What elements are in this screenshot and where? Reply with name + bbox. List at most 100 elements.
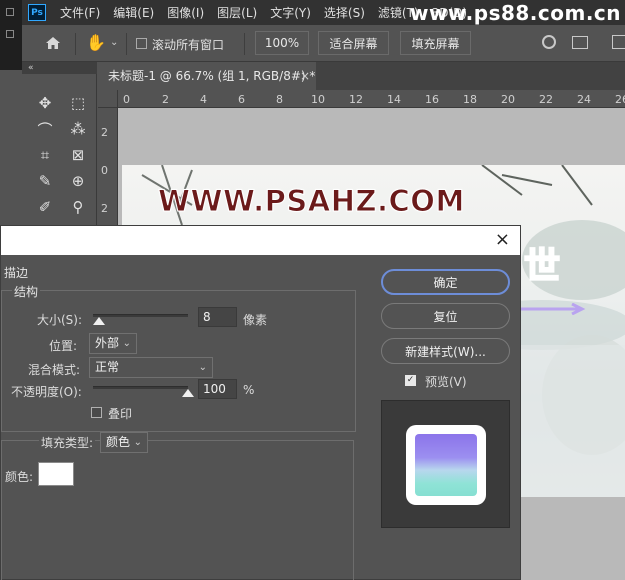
close-icon[interactable]: ×	[495, 229, 510, 250]
stroke-color-swatch[interactable]	[38, 462, 74, 486]
size-slider[interactable]	[93, 314, 188, 317]
chevron-down-icon: ⌄	[133, 437, 142, 448]
divider	[75, 33, 76, 55]
ruler-tick: 14	[387, 93, 401, 106]
ruler-tick: 6	[238, 93, 245, 106]
brush-tool-icon[interactable]: ✐	[33, 196, 57, 218]
overprint-checkbox[interactable]	[91, 407, 102, 418]
color-label: 颜色:	[5, 470, 34, 484]
ruler-tick: 22	[539, 93, 553, 106]
preview-gradient-swatch	[415, 434, 477, 496]
opacity-label: 不透明度(O):	[11, 385, 82, 399]
opacity-slider-thumb[interactable]	[182, 389, 194, 397]
section-title: 描边	[4, 266, 29, 280]
divider	[126, 33, 127, 55]
reset-button[interactable]: 复位	[381, 303, 510, 329]
tools-collapse-button[interactable]: «	[22, 62, 97, 74]
opacity-unit: %	[243, 383, 255, 397]
menu-layer[interactable]: 图层(L)	[217, 4, 257, 21]
chevron-down-icon: ⌄	[198, 362, 207, 373]
menu-image[interactable]: 图像(I)	[167, 4, 204, 21]
panel-icon[interactable]	[6, 30, 14, 38]
clone-stamp-tool-icon[interactable]: ⚲	[66, 196, 90, 218]
move-tool-icon[interactable]: ✥	[33, 92, 57, 114]
healing-brush-tool-icon[interactable]: ⊕	[66, 170, 90, 192]
search-icon[interactable]	[542, 35, 556, 49]
size-label: 大小(S):	[37, 313, 83, 327]
menu-file[interactable]: 文件(F)	[60, 4, 100, 21]
workspace-icon[interactable]	[572, 36, 588, 49]
eyedropper-tool-icon[interactable]: ✎	[33, 170, 57, 192]
fill-type-label: 填充类型:	[39, 434, 96, 451]
watermark-text: www.ps88.com.cn	[410, 1, 622, 25]
preview-stroke-frame	[406, 425, 486, 505]
artwork-calligraphy-text: 世	[523, 245, 561, 288]
ruler-tick: 2	[162, 93, 169, 106]
ruler-tick: 0	[123, 93, 130, 106]
dialog-titlebar[interactable]: ×	[1, 226, 520, 255]
ruler-tick: 20	[501, 93, 515, 106]
scroll-all-windows-checkbox[interactable]	[136, 38, 147, 49]
style-preview	[381, 400, 510, 528]
opacity-input[interactable]: 100	[198, 379, 237, 399]
lasso-tool-icon[interactable]: ⌒	[33, 118, 57, 140]
menu-select[interactable]: 选择(S)	[324, 4, 365, 21]
fill-screen-button[interactable]: 填充屏幕	[400, 31, 471, 55]
ruler-left: 2 0 2	[98, 108, 118, 228]
document-tab-title: 未标题-1 @ 66.7% (组 1, RGB/8#) *	[108, 69, 316, 83]
ruler-tick: 0	[101, 164, 108, 177]
blend-mode-label: 混合模式:	[28, 363, 81, 377]
magic-wand-tool-icon[interactable]: ⁂	[66, 118, 90, 140]
position-select[interactable]: 外部 ⌄	[89, 333, 137, 354]
ruler-tick: 12	[349, 93, 363, 106]
ruler-tick: 18	[463, 93, 477, 106]
new-style-button[interactable]: 新建样式(W)...	[381, 338, 510, 364]
preview-label: 预览(V)	[425, 375, 467, 389]
position-label: 位置:	[49, 339, 78, 353]
fill-type-value: 颜色	[106, 435, 131, 449]
chevron-down-icon[interactable]: ⌄	[110, 37, 118, 48]
hand-tool-icon[interactable]: ✋	[86, 33, 106, 52]
ruler-tick: 24	[577, 93, 591, 106]
position-value: 外部	[95, 336, 120, 350]
left-edge-strip	[0, 0, 22, 70]
fit-screen-button[interactable]: 适合屏幕	[318, 31, 389, 55]
zoom-100-button[interactable]: 100%	[255, 31, 309, 55]
ruler-tick: 16	[425, 93, 439, 106]
ruler-corner	[98, 90, 118, 108]
document-tab-bar: 未标题-1 @ 66.7% (组 1, RGB/8#) * ×	[98, 62, 625, 90]
stroke-dialog: × 描边 结构 大小(S): 8 像素 位置: 外部 ⌄ 混合模式: 正常 ⌄ …	[0, 225, 521, 580]
arrow-decoration-icon	[520, 303, 586, 315]
ruler-tick: 2	[101, 126, 108, 139]
size-input[interactable]: 8	[198, 307, 237, 327]
fill-type-select[interactable]: 颜色 ⌄	[100, 432, 148, 453]
size-unit: 像素	[243, 313, 268, 327]
crop-tool-icon[interactable]: ⌗	[33, 144, 57, 166]
photoshop-logo-icon: Ps	[28, 4, 46, 21]
options-bar: ✋ ⌄ 滚动所有窗口 100% 适合屏幕 填充屏幕	[22, 25, 625, 62]
frame-tool-icon[interactable]: ⊠	[66, 144, 90, 166]
ok-button[interactable]: 确定	[381, 269, 510, 295]
opacity-slider[interactable]	[93, 386, 188, 389]
panel-icon[interactable]	[6, 8, 14, 16]
close-icon[interactable]: ×	[300, 62, 310, 90]
blend-mode-select[interactable]: 正常 ⌄	[89, 357, 213, 378]
menu-edit[interactable]: 编辑(E)	[113, 4, 154, 21]
document-tab[interactable]: 未标题-1 @ 66.7% (组 1, RGB/8#) * ×	[98, 62, 316, 90]
ruler-tick: 10	[311, 93, 325, 106]
preview-checkbox[interactable]: ✓	[405, 375, 416, 386]
artwork-title-text: WWW.PSAHZ.COM	[158, 184, 465, 219]
ruler-top: 0 2 4 6 8 10 12 14 16 18 20 22 24 26	[118, 90, 625, 108]
ruler-tick: 26	[615, 93, 625, 106]
chevron-down-icon: ⌄	[122, 338, 131, 349]
size-slider-thumb[interactable]	[92, 317, 105, 325]
overprint-label: 叠印	[108, 407, 133, 421]
menu-type[interactable]: 文字(Y)	[270, 4, 311, 21]
home-icon[interactable]	[45, 36, 61, 50]
ruler-tick: 4	[200, 93, 207, 106]
divider	[244, 33, 245, 55]
structure-title: 结构	[12, 283, 41, 300]
share-icon[interactable]	[612, 35, 625, 49]
marquee-tool-icon[interactable]: ⬚	[66, 92, 90, 114]
fill-group	[1, 440, 354, 580]
